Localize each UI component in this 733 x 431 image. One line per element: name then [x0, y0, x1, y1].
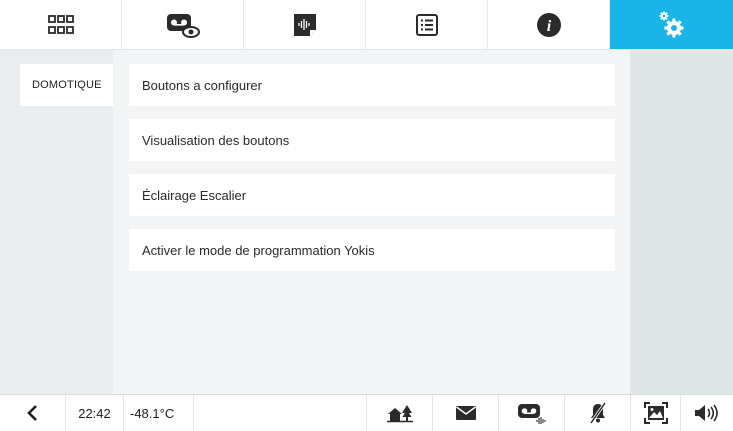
sidebar: DOMOTIQUE — [0, 50, 113, 394]
settings-gears-icon — [659, 11, 683, 37]
main-area: DOMOTIQUE Boutons a configurer Visualisa… — [0, 50, 733, 394]
home-icon — [386, 405, 413, 423]
tab-list[interactable] — [366, 0, 488, 49]
sidebar-item-label: DOMOTIQUE — [32, 79, 102, 91]
screen-capture-button[interactable] — [631, 395, 681, 431]
list-item-configure-buttons[interactable]: Boutons a configurer — [129, 64, 615, 106]
mail-icon — [455, 406, 476, 420]
ringer-mute-toggle[interactable] — [565, 395, 631, 431]
list-item-label: Activer le mode de programmation Yokis — [142, 242, 375, 258]
video-message-button[interactable] — [499, 395, 565, 431]
list-icon — [415, 13, 438, 36]
right-panel — [630, 50, 733, 394]
tab-settings[interactable] — [610, 0, 733, 49]
sidebar-item-domotique[interactable]: DOMOTIQUE — [20, 64, 113, 106]
screen-capture-icon — [643, 402, 668, 424]
list-item-label: Visualisation des boutons — [142, 132, 290, 148]
tab-audio-messages[interactable] — [244, 0, 366, 49]
temperature: -48.1°C — [124, 395, 194, 431]
mail-button[interactable] — [433, 395, 499, 431]
top-tab-bar: i — [0, 0, 733, 50]
volume-button[interactable] — [681, 395, 733, 431]
info-icon: i — [536, 12, 561, 37]
list-item-label: Éclairage Escalier — [142, 187, 247, 203]
back-button[interactable] — [0, 395, 66, 431]
clock: 22:42 — [66, 395, 124, 431]
list-item-label: Boutons a configurer — [142, 77, 262, 93]
audio-message-icon — [293, 13, 316, 36]
settings-list: Boutons a configurer Visualisation des b… — [113, 50, 630, 394]
list-item-stair-lighting[interactable]: Éclairage Escalier — [129, 174, 615, 216]
back-arrow-icon — [26, 405, 37, 421]
list-item-yokis-programming[interactable]: Activer le mode de programmation Yokis — [129, 229, 615, 271]
video-message-icon — [517, 404, 546, 424]
svg-text:i: i — [546, 18, 551, 35]
tab-info[interactable]: i — [488, 0, 610, 49]
list-item-view-buttons[interactable]: Visualisation des boutons — [129, 119, 615, 161]
video-message-view-icon — [166, 13, 200, 38]
tab-video-messages[interactable] — [122, 0, 244, 49]
apps-grid-icon — [47, 14, 74, 34]
volume-icon — [695, 404, 718, 422]
tab-apps[interactable] — [0, 0, 122, 49]
status-bar: 22:42 -48.1°C — [0, 394, 733, 431]
home-button[interactable] — [366, 395, 433, 431]
bell-muted-icon — [589, 402, 606, 424]
